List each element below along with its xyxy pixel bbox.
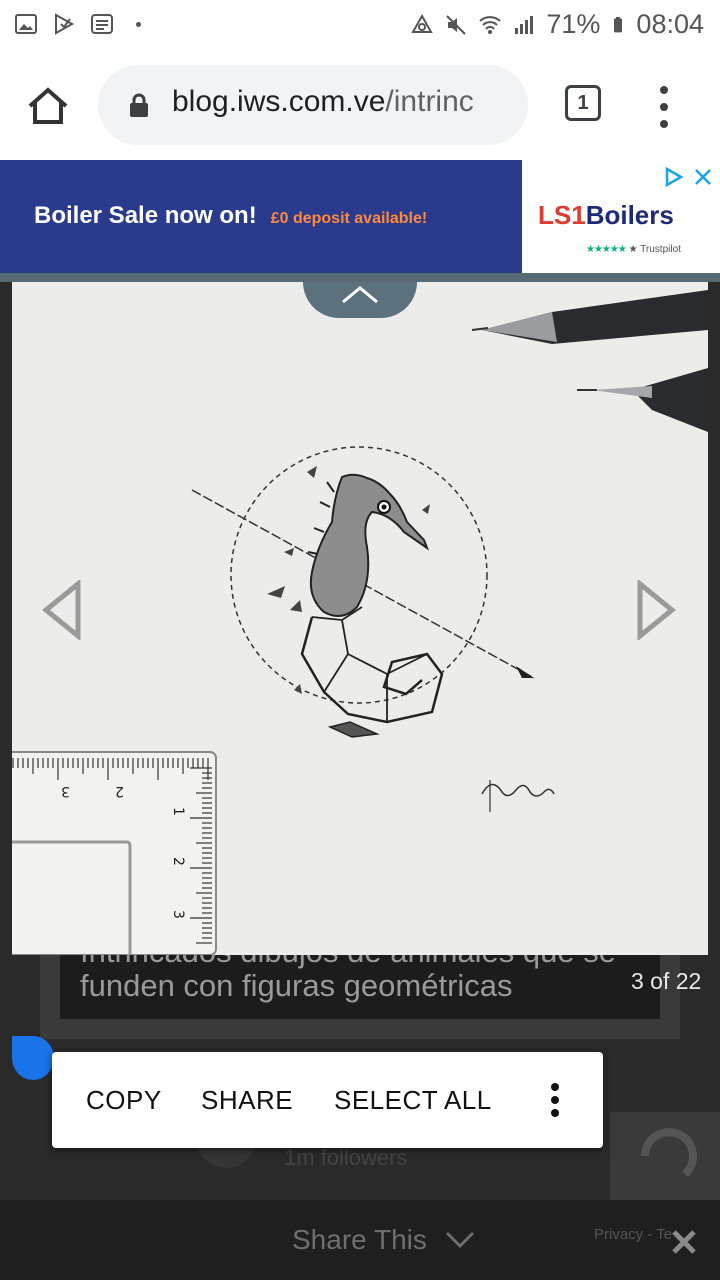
share-bar[interactable]: Share This Privacy - Te bbox=[0, 1200, 720, 1280]
ad-brand-suffix: Boilers bbox=[585, 200, 674, 230]
share-button[interactable]: SHARE bbox=[201, 1085, 293, 1116]
mute-icon bbox=[446, 14, 467, 35]
copy-button[interactable]: COPY bbox=[86, 1085, 162, 1116]
ruler-label-1: 1 bbox=[170, 807, 186, 816]
ad-banner[interactable]: Boiler Sale now on! £0 deposit available!… bbox=[0, 160, 720, 273]
ad-brand-panel: LS1Boilers ★★★★★ ★ Trustpilot bbox=[522, 160, 720, 273]
gallery-notification-icon bbox=[15, 14, 37, 34]
text-selection-menu: COPY SHARE SELECT ALL bbox=[52, 1052, 603, 1148]
trust-label: ★ Trustpilot bbox=[628, 244, 681, 255]
ruler-label-2-vertical: 2 bbox=[170, 857, 186, 866]
clock: 08:04 bbox=[636, 9, 704, 39]
image-caption-box: Intrincados dibujos de animales que se f… bbox=[60, 955, 660, 1019]
data-saver-icon bbox=[411, 13, 434, 33]
signal-icon bbox=[515, 15, 534, 34]
collapse-button[interactable] bbox=[303, 282, 417, 318]
gallery-top-strip bbox=[0, 273, 720, 282]
battery-percent: 71% bbox=[546, 9, 601, 39]
privacy-terms-link[interactable]: Privacy - Te bbox=[594, 1226, 672, 1243]
ad-close-icon[interactable] bbox=[692, 166, 714, 188]
ad-trust-rating: ★★★★★ ★ Trustpilot bbox=[586, 244, 681, 255]
ad-promo: £0 deposit available! bbox=[270, 210, 428, 227]
ruler-icon bbox=[12, 751, 217, 955]
ad-brand-prefix: LS1 bbox=[538, 200, 586, 230]
previous-image-icon[interactable] bbox=[40, 580, 82, 640]
ad-headline: Boiler Sale now on! £0 deposit available! bbox=[34, 202, 427, 230]
battery-icon bbox=[614, 16, 623, 32]
select-all-button[interactable]: SELECT ALL bbox=[334, 1085, 492, 1116]
url-text: blog.iws.com.ve/intrinc bbox=[172, 85, 474, 119]
image-counter: 3 of 22 bbox=[631, 968, 702, 994]
image-caption[interactable]: Intrincados dibujos de animales que se f… bbox=[80, 955, 640, 1003]
gallery-image[interactable]: 3 2 1 2 3 bbox=[12, 282, 708, 955]
ruler-label-2: 2 bbox=[115, 783, 124, 799]
chevron-down-icon[interactable] bbox=[444, 1230, 476, 1250]
ruler-label-3: 3 bbox=[61, 783, 70, 799]
share-this-label[interactable]: Share This bbox=[292, 1224, 427, 1256]
tab-switcher-button[interactable]: 1 bbox=[565, 85, 601, 121]
text-selection-handle[interactable] bbox=[12, 1036, 54, 1080]
close-icon[interactable] bbox=[670, 1228, 698, 1256]
trust-stars: ★★★★★ bbox=[586, 244, 627, 255]
recaptcha-icon bbox=[641, 1128, 697, 1177]
more-options-icon[interactable] bbox=[549, 1082, 561, 1118]
url-host: blog.iws.com.ve bbox=[172, 85, 386, 118]
seahorse-drawing: 3 2 1 2 3 bbox=[12, 282, 708, 955]
list-notification-icon bbox=[91, 14, 113, 34]
ruler-label-3-vertical: 3 bbox=[170, 910, 186, 919]
home-icon[interactable] bbox=[24, 82, 72, 130]
browser-menu-icon[interactable] bbox=[654, 82, 674, 132]
ad-headline-text: Boiler Sale now on! bbox=[34, 202, 257, 229]
wifi-icon bbox=[479, 15, 502, 34]
followers-count: 1m followers bbox=[284, 1145, 408, 1170]
next-image-icon[interactable] bbox=[636, 580, 678, 640]
ad-choices-icon[interactable] bbox=[662, 166, 684, 188]
ad-brand-logo: LS1Boilers bbox=[538, 200, 674, 231]
play-store-notification-icon bbox=[55, 13, 75, 35]
status-bar: 71% 08:04 bbox=[0, 0, 720, 52]
browser-toolbar: blog.iws.com.ve/intrinc 1 bbox=[0, 52, 720, 160]
address-bar[interactable]: blog.iws.com.ve/intrinc bbox=[98, 65, 528, 145]
url-path: /intrinc bbox=[385, 85, 474, 118]
more-notifications-dot-icon bbox=[136, 21, 141, 27]
recaptcha-badge[interactable] bbox=[610, 1112, 720, 1200]
lock-icon bbox=[130, 93, 148, 117]
chevron-up-icon bbox=[342, 286, 378, 304]
